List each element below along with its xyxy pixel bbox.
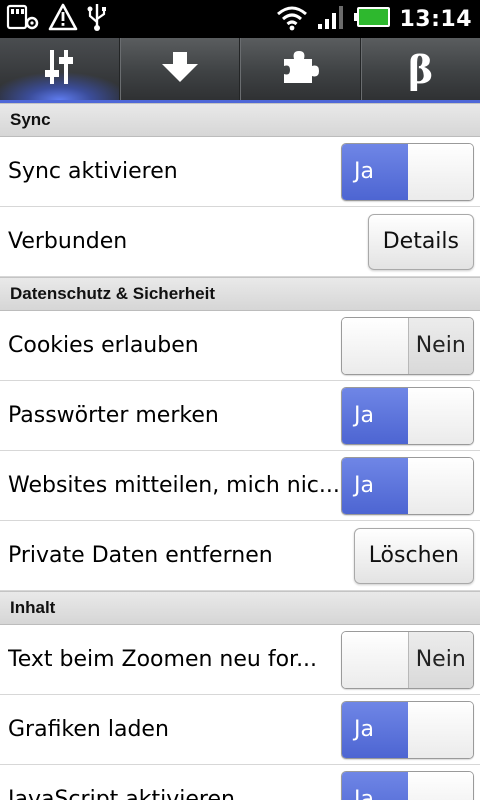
toggle-on-label: Ja <box>342 771 408 800</box>
setting-label: Sync aktivieren <box>8 159 178 184</box>
tab-beta[interactable]: β <box>360 38 480 100</box>
setting-label: Websites mitteilen, mich nic... <box>8 473 340 498</box>
clear-data-button[interactable]: Löschen <box>353 527 474 584</box>
usb-icon <box>86 2 108 36</box>
toggle-on-label: Ja <box>342 701 408 758</box>
toggle-blank <box>407 387 473 444</box>
setting-label: Verbunden <box>8 229 128 254</box>
setting-row-sync-activate: Sync aktivieren Ja <box>0 137 480 207</box>
toggle-blank <box>407 457 473 514</box>
setting-row-load-images: Grafiken laden Ja <box>0 695 480 765</box>
setting-row-clear-private-data: Private Daten entfernen Löschen <box>0 521 480 591</box>
settings-list[interactable]: Sync Sync aktivieren Ja Verbunden Detail… <box>0 103 480 800</box>
setting-row-passwords: Passwörter merken Ja <box>0 381 480 451</box>
setting-row-cookies: Cookies erlauben Nein <box>0 311 480 381</box>
section-header-sync: Sync <box>0 103 480 137</box>
toggle-blank <box>407 701 473 758</box>
warning-icon <box>48 3 78 35</box>
status-system: 13:14 <box>275 4 472 34</box>
setting-label: Grafiken laden <box>8 717 169 742</box>
setting-label: Text beim Zoomen neu for... <box>8 647 318 672</box>
toggle-blank <box>342 631 408 688</box>
puzzle-piece-icon <box>280 49 320 89</box>
settings-tab-bar: β <box>0 38 480 103</box>
battery-icon <box>353 6 391 32</box>
clock: 13:14 <box>399 6 472 32</box>
tab-general-settings[interactable] <box>0 38 120 100</box>
setting-label: Private Daten entfernen <box>8 543 273 568</box>
toggle-blank <box>407 143 473 200</box>
sd-card-settings-icon <box>6 3 40 35</box>
section-header-privacy: Datenschutz & Sicherheit <box>0 277 480 311</box>
sync-toggle[interactable]: Ja <box>341 142 474 201</box>
setting-label: Cookies erlauben <box>8 333 199 358</box>
download-arrow-icon <box>160 50 200 88</box>
passwords-toggle[interactable]: Ja <box>341 386 474 445</box>
beta-icon: β <box>408 46 434 92</box>
tab-downloads[interactable] <box>119 38 240 100</box>
javascript-toggle[interactable]: Ja <box>341 770 474 800</box>
load-images-toggle[interactable]: Ja <box>341 700 474 759</box>
toggle-on-label: Ja <box>342 143 408 200</box>
signal-icon <box>317 4 345 34</box>
setting-row-javascript: JavaScript aktivieren Ja <box>0 765 480 800</box>
status-notifications <box>6 2 108 36</box>
details-button[interactable]: Details <box>367 213 474 270</box>
setting-row-connected: Verbunden Details <box>0 207 480 277</box>
text-reflow-toggle[interactable]: Nein <box>341 630 474 689</box>
setting-row-do-not-track: Websites mitteilen, mich nic... Ja <box>0 451 480 521</box>
toggle-off-label: Nein <box>407 631 473 688</box>
toggle-blank <box>342 317 408 374</box>
toggle-on-label: Ja <box>342 387 408 444</box>
tab-addons[interactable] <box>240 38 361 100</box>
toggle-blank <box>407 771 473 800</box>
setting-label: JavaScript aktivieren <box>8 787 235 800</box>
setting-row-text-reflow: Text beim Zoomen neu for... Nein <box>0 625 480 695</box>
section-header-content: Inhalt <box>0 591 480 625</box>
sliders-icon <box>42 48 76 90</box>
cookies-toggle[interactable]: Nein <box>341 316 474 375</box>
do-not-track-toggle[interactable]: Ja <box>341 456 474 515</box>
wifi-icon <box>275 3 309 35</box>
status-bar: 13:14 <box>0 0 480 38</box>
toggle-off-label: Nein <box>407 317 473 374</box>
toggle-on-label: Ja <box>342 457 408 514</box>
setting-label: Passwörter merken <box>8 403 219 428</box>
